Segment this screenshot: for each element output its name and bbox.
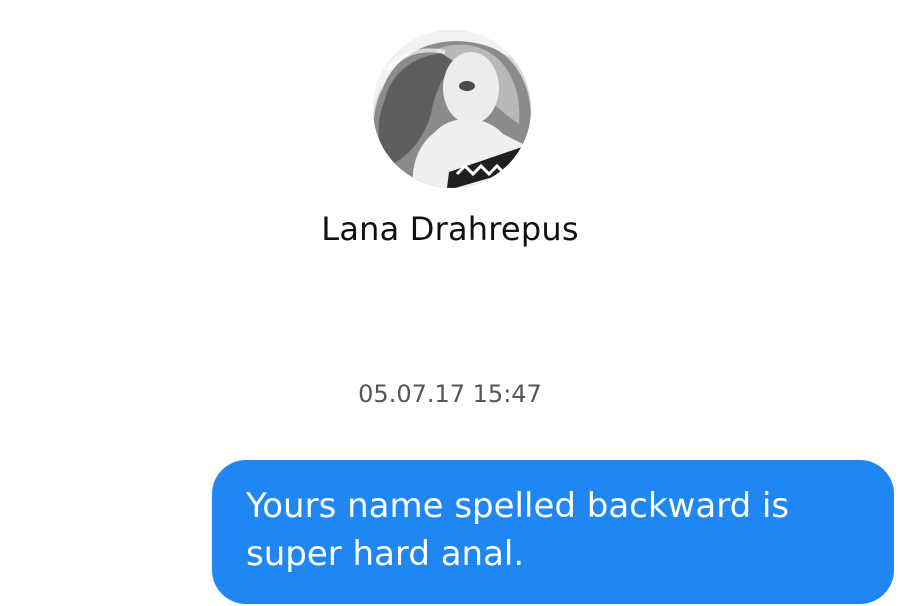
avatar[interactable] (373, 30, 531, 188)
message-text: Yours name spelled backward is super har… (246, 486, 790, 574)
contact-name: Lana Drahrepus (321, 210, 579, 248)
profile-photo (373, 30, 531, 188)
profile-header: Lana Drahrepus (0, 0, 900, 300)
message-timestamp: 05.07.17 15:47 (358, 380, 542, 408)
message-bubble-outgoing[interactable]: Yours name spelled backward is super har… (212, 460, 894, 604)
